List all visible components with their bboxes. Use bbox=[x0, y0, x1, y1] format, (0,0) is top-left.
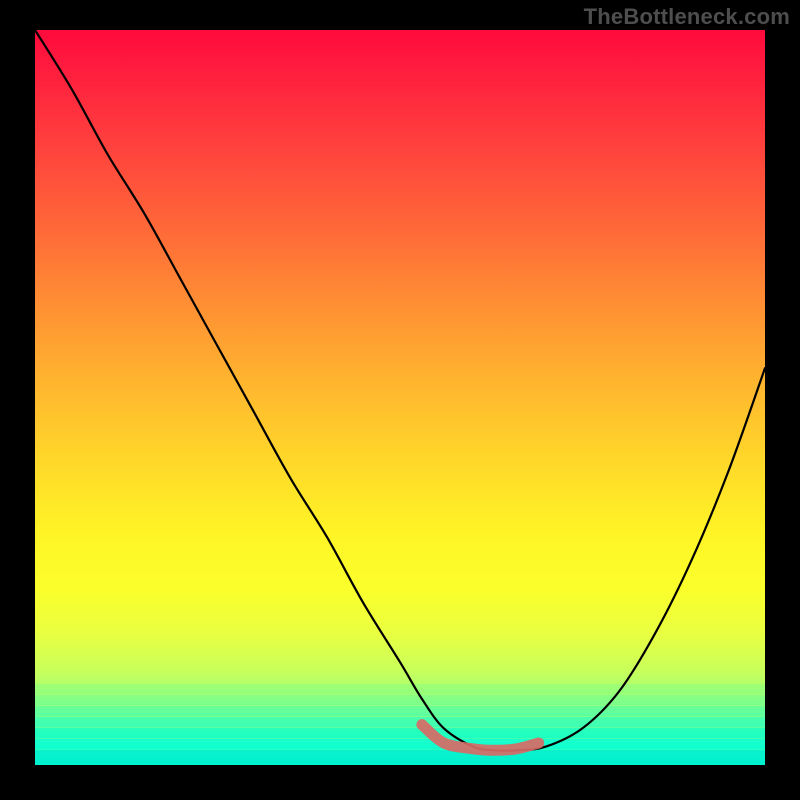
chart-frame: TheBottleneck.com bbox=[0, 0, 800, 800]
watermark-text: TheBottleneck.com bbox=[584, 4, 790, 30]
low-bottleneck-highlight bbox=[422, 725, 539, 751]
plot-area bbox=[35, 30, 765, 765]
bottleneck-curve bbox=[35, 30, 765, 751]
curve-svg bbox=[35, 30, 765, 765]
